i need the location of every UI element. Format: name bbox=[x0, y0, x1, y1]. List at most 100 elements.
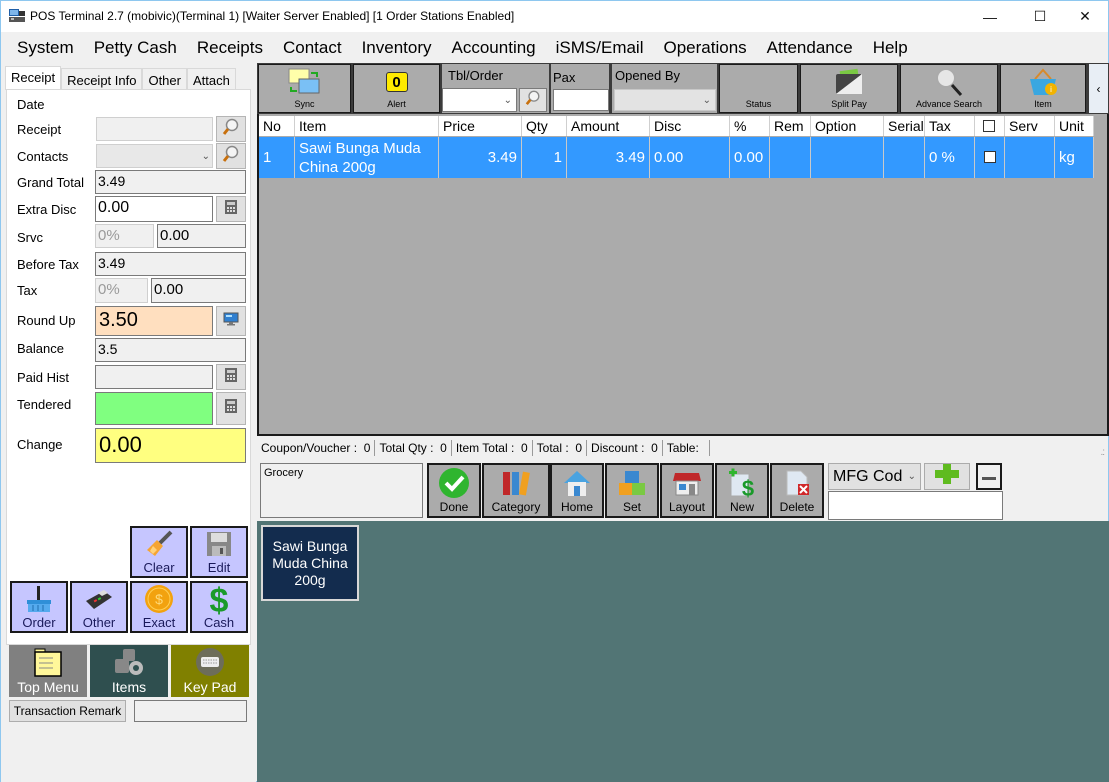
contacts-search-button[interactable] bbox=[216, 143, 246, 169]
blocks-icon bbox=[617, 465, 647, 500]
menu-operations[interactable]: Operations bbox=[654, 32, 757, 62]
item-tile[interactable]: Sawi Bunga Muda China 200g bbox=[261, 525, 359, 601]
menu-bar: System Petty Cash Receipts Contact Inven… bbox=[1, 32, 1108, 62]
cash-button[interactable]: $ Cash bbox=[190, 581, 248, 633]
col-item[interactable]: Item bbox=[295, 116, 439, 136]
status-label: Status bbox=[745, 99, 772, 109]
order-button[interactable]: Order bbox=[10, 581, 68, 633]
menu-receipts[interactable]: Receipts bbox=[187, 32, 273, 62]
minimize-button[interactable]: — bbox=[967, 1, 1013, 32]
transaction-remark-field[interactable] bbox=[134, 700, 247, 722]
before-tax-field: 3.49 bbox=[95, 252, 246, 276]
tab-other[interactable]: Other bbox=[142, 68, 187, 90]
items-button[interactable]: Items bbox=[90, 645, 168, 697]
other-payment-button[interactable]: Other bbox=[70, 581, 128, 633]
advance-search-button[interactable]: Advance Search bbox=[900, 64, 998, 113]
menu-accounting[interactable]: Accounting bbox=[442, 32, 546, 62]
round-up-field: 3.50 bbox=[95, 306, 213, 336]
edit-button[interactable]: Edit bbox=[190, 526, 248, 578]
cell-percent: 0.00 bbox=[730, 137, 770, 178]
item-search-input[interactable] bbox=[828, 491, 1003, 520]
search-mode-dropdown[interactable]: MFG Cod ⌄ bbox=[828, 463, 921, 490]
col-no[interactable]: No bbox=[259, 116, 295, 136]
col-qty[interactable]: Qty bbox=[522, 116, 567, 136]
pax-input[interactable] bbox=[553, 89, 609, 111]
transaction-remark-button[interactable]: Transaction Remark bbox=[9, 700, 126, 722]
delete-button[interactable]: Delete bbox=[770, 463, 824, 518]
col-select-all[interactable] bbox=[975, 116, 1005, 136]
split-pay-button[interactable]: Split Pay bbox=[800, 64, 898, 113]
set-button[interactable]: Set bbox=[605, 463, 659, 518]
menu-system[interactable]: System bbox=[7, 32, 84, 62]
remove-item-button[interactable] bbox=[976, 463, 1002, 490]
row-checkbox[interactable] bbox=[984, 151, 996, 163]
cell-amount: 3.49 bbox=[567, 137, 650, 178]
col-unit[interactable]: Unit bbox=[1055, 116, 1094, 136]
opened-by-dropdown[interactable]: ⌄ bbox=[614, 89, 716, 111]
tbl-order-label: Tbl/Order bbox=[448, 68, 503, 83]
col-price[interactable]: Price bbox=[439, 116, 522, 136]
col-amount[interactable]: Amount bbox=[567, 116, 650, 136]
select-all-checkbox[interactable] bbox=[983, 120, 995, 132]
contacts-dropdown[interactable]: ⌄ bbox=[96, 144, 213, 168]
menu-contact[interactable]: Contact bbox=[273, 32, 352, 62]
summary-bar: Coupon/Voucher : 0 Total Qty : 0 Item To… bbox=[257, 437, 711, 459]
key-pad-button[interactable]: Key Pad bbox=[171, 645, 249, 697]
resize-grip-icon[interactable]: .: bbox=[1100, 447, 1104, 458]
opened-by-group: Opened By ⌄ bbox=[612, 64, 717, 113]
cell-select bbox=[975, 137, 1005, 178]
col-tax[interactable]: Tax bbox=[925, 116, 975, 136]
col-option[interactable]: Option bbox=[811, 116, 884, 136]
col-serv[interactable]: Serv bbox=[1005, 116, 1055, 136]
sync-button[interactable]: Sync bbox=[258, 64, 351, 113]
tab-receipt[interactable]: Receipt bbox=[5, 66, 62, 90]
col-percent[interactable]: % bbox=[730, 116, 770, 136]
menu-help[interactable]: Help bbox=[863, 32, 918, 62]
top-menu-button[interactable]: Top Menu bbox=[9, 645, 87, 697]
tax-percent-field[interactable]: 0% bbox=[95, 278, 148, 303]
layout-button[interactable]: Layout bbox=[660, 463, 714, 518]
menu-attendance[interactable]: Attendance bbox=[757, 32, 863, 62]
col-serial[interactable]: Serial bbox=[884, 116, 925, 136]
menu-isms-email[interactable]: iSMS/Email bbox=[546, 32, 654, 62]
col-rem[interactable]: Rem bbox=[770, 116, 811, 136]
home-button[interactable]: Home bbox=[550, 463, 604, 518]
col-disc[interactable]: Disc bbox=[650, 116, 730, 136]
magnifier-icon bbox=[525, 90, 541, 111]
tab-receipt-info[interactable]: Receipt Info bbox=[61, 68, 143, 90]
paid-hist-button[interactable] bbox=[216, 364, 246, 390]
tendered-field[interactable] bbox=[95, 392, 213, 425]
extra-disc-calc-button[interactable] bbox=[216, 196, 246, 222]
tbl-order-dropdown[interactable]: ⌄ bbox=[442, 88, 517, 112]
add-item-button[interactable] bbox=[924, 463, 970, 490]
extra-disc-field[interactable]: 0.00 bbox=[95, 196, 213, 222]
tendered-calc-button[interactable] bbox=[216, 392, 246, 425]
receipt-tab-panel: Date Receipt Contacts ⌄ Grand Total 3.49… bbox=[6, 89, 251, 645]
round-up-button[interactable] bbox=[216, 306, 246, 336]
alert-count: 0 bbox=[385, 72, 408, 92]
receipt-search-button[interactable] bbox=[216, 116, 246, 142]
collapse-toolbar-button[interactable]: ‹ bbox=[1089, 64, 1108, 113]
storefront-icon bbox=[672, 465, 702, 500]
done-button[interactable]: Done bbox=[427, 463, 481, 518]
clear-button[interactable]: Clear bbox=[130, 526, 188, 578]
status-button[interactable]: Status bbox=[719, 64, 798, 113]
table-row[interactable]: 1 Sawi Bunga Muda China 200g 3.49 1 3.49… bbox=[259, 137, 1094, 178]
srvc-percent-field[interactable]: 0% bbox=[95, 224, 154, 248]
category-button[interactable]: Category bbox=[482, 463, 550, 518]
receipt-field[interactable] bbox=[96, 117, 213, 141]
coin-icon: $ bbox=[144, 583, 174, 615]
tbl-order-search-button[interactable] bbox=[519, 88, 547, 112]
exact-button[interactable]: $ Exact bbox=[130, 581, 188, 633]
binders-icon bbox=[500, 465, 532, 500]
tab-attach[interactable]: Attach bbox=[186, 68, 236, 90]
maximize-button[interactable]: ☐ bbox=[1017, 1, 1063, 32]
item-button[interactable]: i Item bbox=[1000, 64, 1086, 113]
srvc-amount-field: 0.00 bbox=[157, 224, 246, 248]
menu-petty-cash[interactable]: Petty Cash bbox=[84, 32, 187, 62]
calculator-icon bbox=[225, 367, 237, 387]
menu-inventory[interactable]: Inventory bbox=[352, 32, 442, 62]
alert-button[interactable]: 0 Alert bbox=[353, 64, 440, 113]
close-button[interactable]: ✕ bbox=[1062, 1, 1108, 32]
new-button[interactable]: $ New bbox=[715, 463, 769, 518]
